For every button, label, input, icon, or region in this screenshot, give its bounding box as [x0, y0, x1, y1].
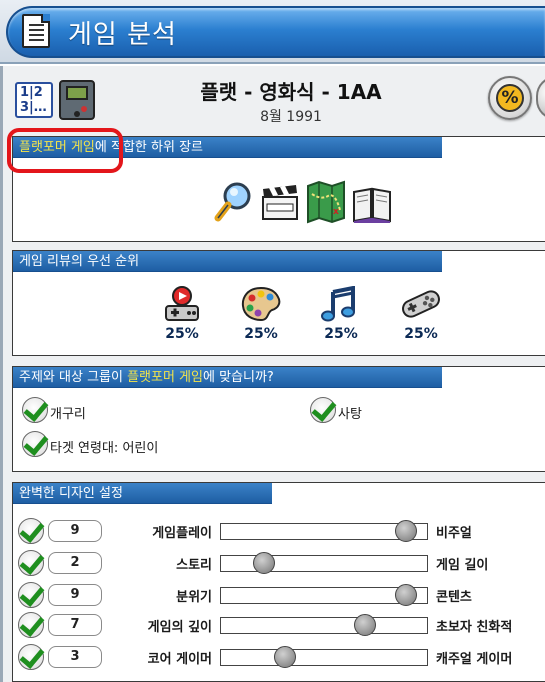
slider-right-label: 비주얼	[436, 526, 472, 541]
window-title: 게임 분석	[68, 20, 177, 50]
slider-knob[interactable]	[395, 520, 418, 542]
slider-right-label: 초보자 친화적	[436, 620, 513, 635]
slider-left-label: 게임의 깊이	[147, 620, 212, 635]
design-value-box: 9	[48, 584, 102, 606]
design-row: 2 스토리 게임 길이	[0, 546, 545, 578]
slider-left-label: 분위기	[176, 590, 212, 605]
design-slider[interactable]	[220, 552, 428, 574]
svg-text:x: x	[333, 207, 339, 217]
design-slider[interactable]	[220, 584, 428, 606]
highlight-annotation	[7, 128, 123, 173]
design-row: 9 분위기 콘텐츠	[0, 578, 545, 610]
slider-right-label: 게임 길이	[436, 558, 489, 573]
design-settings-header: 완벽한 디자인 설정	[13, 483, 272, 504]
target-check-icon	[22, 431, 48, 457]
topic-fit-header: 주제와 대상 그룹이 플랫포머 게임에 맞습니까?	[13, 367, 442, 388]
slider-left-label: 코어 게이머	[147, 652, 212, 667]
design-slider[interactable]	[220, 520, 428, 542]
design-slider[interactable]	[220, 614, 428, 636]
slider-knob[interactable]	[354, 614, 377, 636]
percent-button[interactable]: %	[488, 76, 532, 120]
slider-knob[interactable]	[395, 584, 418, 606]
handheld-console-icon[interactable]	[59, 80, 95, 120]
game-title: 플랫 - 영화식 - 1AA	[200, 80, 382, 104]
second-topic-check-icon	[310, 397, 336, 423]
design-value-box: 3	[48, 646, 102, 668]
document-icon	[22, 14, 50, 48]
target-audience-value: 타겟 연령대: 어린이	[50, 441, 159, 456]
slider-knob[interactable]	[253, 552, 276, 574]
review-item-control: 25%	[391, 286, 451, 342]
second-topic-value: 사탕	[338, 407, 362, 422]
book-icon[interactable]	[352, 180, 392, 224]
music-icon	[319, 285, 363, 322]
slider-knob[interactable]	[273, 646, 296, 668]
title-bar: 게임 분석	[0, 0, 545, 64]
magnifier-icon[interactable]	[214, 180, 254, 224]
design-value-box: 7	[48, 614, 102, 636]
design-check-icon	[18, 644, 44, 670]
slider-left-label: 게임플레이	[152, 526, 212, 541]
design-row: 3 코어 게이머 캐주얼 게이머	[0, 640, 545, 672]
design-value-box: 2	[48, 552, 102, 574]
review-item-graphics: 25%	[231, 286, 291, 342]
design-check-icon	[18, 518, 44, 544]
design-check-icon	[18, 550, 44, 576]
slider-left-label: 스토리	[176, 558, 212, 573]
palette-icon	[239, 286, 283, 322]
review-item-gameplay: 25%	[152, 286, 212, 342]
design-row: 7 게임의 깊이 초보자 친화적	[0, 608, 545, 640]
design-slider[interactable]	[220, 646, 428, 668]
slider-right-label: 콘텐츠	[436, 590, 472, 605]
clapperboard-icon[interactable]	[260, 180, 300, 224]
review-value: 25%	[244, 326, 278, 342]
subgenre-icons: x	[214, 180, 394, 224]
review-item-sound: 25%	[311, 285, 371, 342]
slider-right-label: 캐주얼 게이머	[436, 652, 513, 667]
review-value: 25%	[324, 326, 358, 342]
controller-icon	[399, 286, 443, 322]
topic-value: 개구리	[50, 407, 86, 422]
review-value: 25%	[165, 326, 199, 342]
topic-fit-section: 주제와 대상 그룹이 플랫포머 게임에 맞습니까?	[12, 366, 545, 472]
design-check-icon	[18, 582, 44, 608]
design-value-box: 9	[48, 520, 102, 542]
review-priority-header: 게임 리뷰의 우선 순위	[13, 251, 442, 272]
gamepad-play-icon	[160, 286, 204, 322]
map-icon[interactable]: x	[306, 180, 346, 224]
calculator-icon[interactable]: 1|2 3|…	[15, 82, 53, 118]
review-value: 25%	[404, 326, 438, 342]
topic-check-icon	[22, 397, 48, 423]
release-date: 8월 1991	[260, 109, 322, 125]
design-check-icon	[18, 612, 44, 638]
design-row: 9 게임플레이 비주얼	[0, 514, 545, 546]
percent-icon: %	[496, 84, 524, 112]
